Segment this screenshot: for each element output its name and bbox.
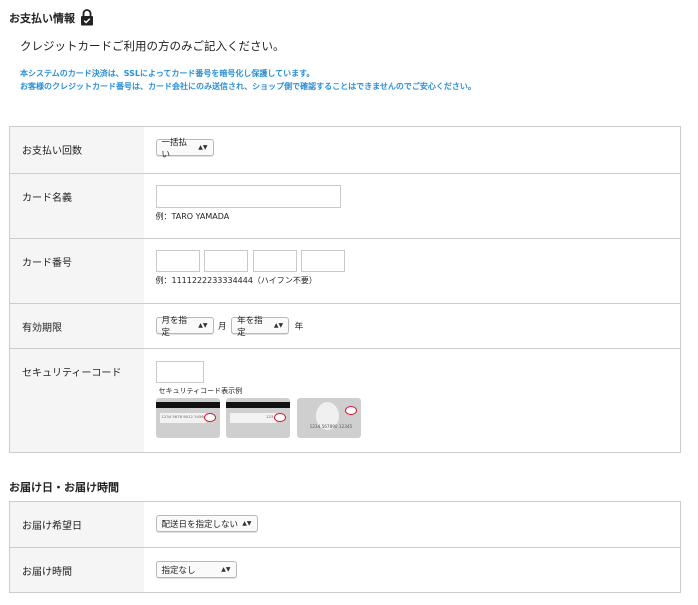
installments-row: お支払い回数 一括払い ▲▼ [9, 126, 681, 174]
security-code-input[interactable] [155, 361, 204, 383]
delivery-date-label: お届け希望日 [9, 501, 144, 548]
card-back-example-1: 1234 5678 9012 3456 [155, 398, 220, 438]
card-number-part-2[interactable] [204, 250, 249, 272]
cvv-marker-icon [274, 413, 287, 422]
select-arrows-icon: ▲▼ [273, 321, 284, 329]
card-number-help: 例：1111222233334444（ハイフン不要） [155, 276, 317, 285]
expiry-year-select[interactable]: 年を指定 ▲▼ [231, 316, 290, 338]
select-arrows-icon: ▲▼ [242, 519, 252, 527]
delivery-time-row: お届け時間 指定なし ▲▼ [9, 547, 681, 593]
installments-select-value: 一括払い [161, 137, 188, 160]
security-code-examples: 1234 5678 9012 3456 123 1234 567890 1234… [155, 398, 681, 440]
delivery-time-select[interactable]: 指定なし ▲▼ [155, 561, 237, 578]
year-unit: 年 [294, 321, 304, 332]
card-back-example-2: 123 [226, 398, 291, 438]
expiry-month-value: 月を指定 [161, 315, 188, 338]
card-number-row: カード番号 例：1111222233334444（ハイフン不要） [9, 238, 681, 304]
card-name-input[interactable] [155, 185, 341, 208]
delivery-time-value: 指定なし [161, 565, 196, 576]
payment-lead-text: クレジットカードご利用の方のみご記入ください。 [20, 39, 285, 53]
card-name-help: 例：TARO YAMADA [155, 212, 230, 221]
card-number-part-1[interactable] [155, 250, 200, 272]
delivery-form-table: お届け希望日 配送日を指定しない ▲▼ お届け時間 指定なし ▲▼ [9, 501, 681, 593]
security-code-row: セキュリティーコード セキュリティコード表示例 1234 5678 9012 3… [9, 348, 681, 453]
installments-label: お支払い回数 [9, 126, 144, 174]
select-arrows-icon: ▲▼ [221, 565, 231, 573]
payment-form-table: お支払い回数 一括払い ▲▼ カード名義 例：TARO YAMADA カード番号 [9, 126, 681, 453]
ssl-note: 本システムのカード決済は、SSLによってカード番号を暗号化し保護しています。 [20, 69, 315, 78]
delivery-section-title: お届け日・お届け時間 [9, 481, 119, 494]
expiry-year-value: 年を指定 [237, 315, 263, 338]
card-front-example: 1234 567890 12345 [296, 398, 361, 438]
card-front-number: 1234 567890 12345 [309, 424, 353, 429]
privacy-note: お客様のクレジットカード番号は、カード会社にのみ送信され、ショップ側で確認するこ… [20, 82, 476, 91]
lock-icon [81, 9, 93, 26]
select-arrows-icon: ▲▼ [198, 321, 208, 329]
card-name-label: カード名義 [9, 173, 144, 239]
security-code-label: セキュリティーコード [9, 348, 144, 453]
card-number-part-4[interactable] [301, 250, 346, 272]
card-example-cvv: 123 [266, 414, 274, 419]
payment-section-title: お支払い情報 [9, 12, 75, 25]
delivery-time-label: お届け時間 [9, 547, 144, 593]
month-unit: 月 [218, 321, 227, 332]
checkout-form: お支払い情報 クレジットカードご利用の方のみご記入ください。 本システムのカード… [0, 0, 698, 605]
card-number-part-3[interactable] [252, 250, 297, 272]
card-number-label: カード番号 [9, 238, 144, 304]
delivery-date-row: お届け希望日 配送日を指定しない ▲▼ [9, 501, 681, 548]
card-name-row: カード名義 例：TARO YAMADA [9, 173, 681, 239]
select-arrows-icon: ▲▼ [198, 143, 208, 151]
delivery-date-select[interactable]: 配送日を指定しない ▲▼ [155, 515, 258, 532]
cvv-marker-icon [344, 406, 357, 415]
installments-select[interactable]: 一括払い ▲▼ [155, 138, 214, 160]
delivery-date-value: 配送日を指定しない [161, 519, 239, 530]
card-example-number: 1234 5678 9012 3456 [161, 414, 204, 419]
expiry-row: 有効期限 月を指定 ▲▼ 月 年を指定 ▲▼ 年 [9, 303, 681, 349]
expiry-label: 有効期限 [9, 303, 144, 349]
security-code-help: セキュリティコード表示例 [158, 387, 243, 395]
cvv-marker-icon [203, 413, 216, 422]
expiry-month-select[interactable]: 月を指定 ▲▼ [155, 316, 214, 338]
